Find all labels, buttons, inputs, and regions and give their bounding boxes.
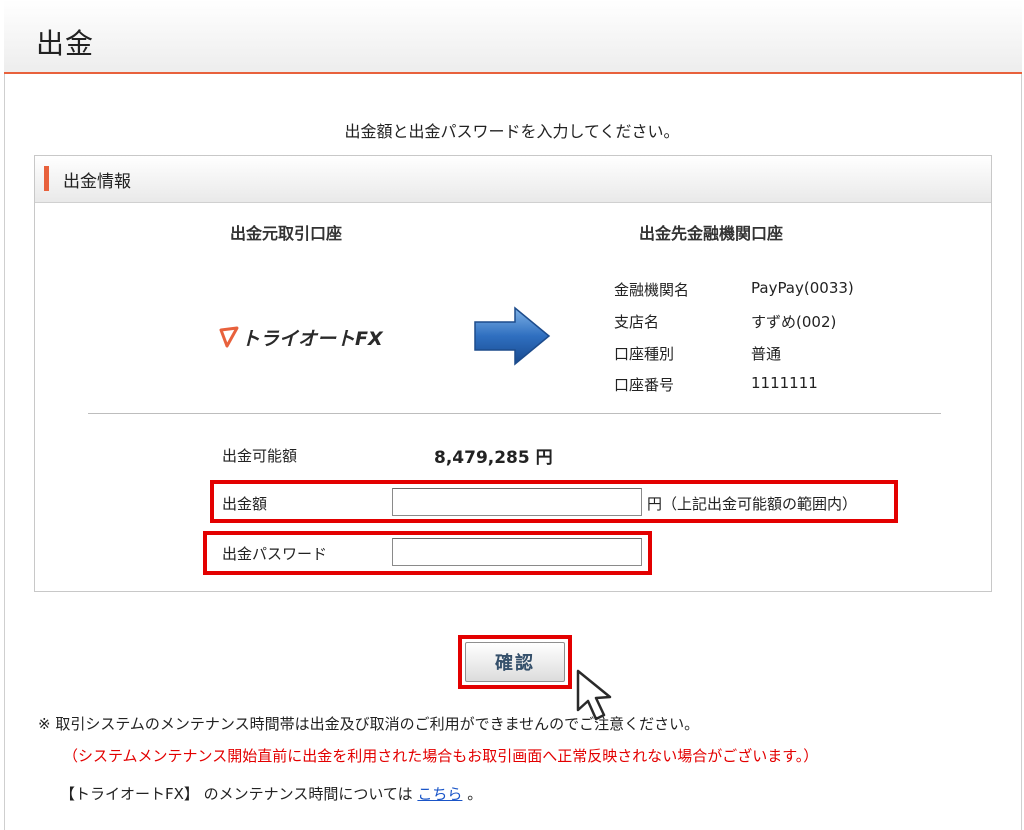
maintenance-schedule-text: 【トライオートFX】 のメンテナンス時間については [60,785,413,803]
available-amount-label: 出金可能額 [222,447,298,465]
amount-input[interactable] [392,488,642,516]
destination-account-heading: 出金先金融機関口座 [639,224,784,243]
panel-title: 出金情報 [63,172,131,192]
page-title: 出金 [36,27,95,60]
logo-mark-icon [219,326,239,348]
account-number-value: 1111111 [751,374,818,392]
confirm-button[interactable]: 確認 [465,642,565,682]
triauto-fx-logo: トライオートFX [219,322,383,352]
maintenance-schedule-link[interactable]: こちら [417,785,462,803]
password-label: 出金パスワード [222,545,328,563]
amount-label: 出金額 [222,495,268,513]
panel-header: 出金情報 [35,156,991,203]
maintenance-schedule-suffix: 。 [467,785,483,803]
password-input[interactable] [392,538,642,566]
amount-note: 円（上記出金可能額の範囲内） [647,495,858,513]
account-type-value: 普通 [751,345,782,363]
section-divider [88,413,941,414]
withdrawal-info-panel: 出金情報 [34,155,992,592]
page-header: 出金 [4,0,1022,74]
source-account-heading: 出金元取引口座 [230,224,343,243]
available-amount-value: 8,479,285 円 [434,448,553,468]
account-type-label: 口座種別 [614,345,675,363]
branch-label: 支店名 [614,313,660,331]
branch-value: すずめ(002) [751,313,837,331]
panel-accent-bar [44,166,49,191]
account-number-label: 口座番号 [614,376,675,394]
logo-text: トライオートFX [241,327,383,350]
bank-name-value: PayPay(0033) [751,279,854,297]
maintenance-note: ※ 取引システムのメンテナンス時間帯は出金及び取消のご利用ができませんのでご注意… [38,715,700,733]
bank-name-label: 金融機関名 [614,281,690,299]
maintenance-warning: （システムメンテナンス開始直前に出金を利用された場合もお取引画面へ正常反映されな… [63,747,819,765]
transfer-arrow-icon [474,306,551,366]
instruction-text: 出金額と出金パスワードを入力してください。 [344,122,680,141]
maintenance-schedule-note: 【トライオートFX】 のメンテナンス時間については こちら 。 [60,783,482,804]
